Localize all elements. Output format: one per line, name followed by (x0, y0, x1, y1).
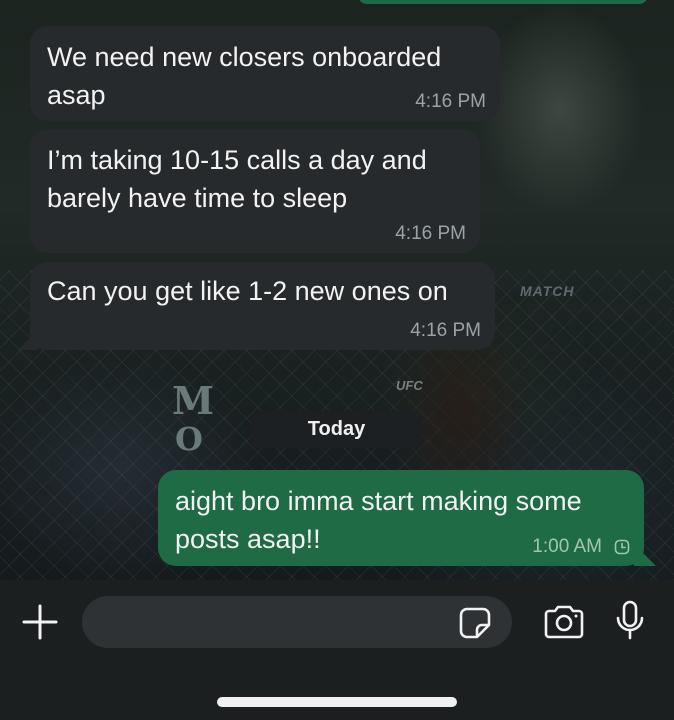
plus-icon[interactable] (20, 602, 60, 642)
message-timestamp: 4:16 PM (415, 91, 486, 112)
microphone-icon[interactable] (614, 600, 646, 642)
message-input[interactable] (82, 596, 512, 648)
wallpaper-sign-m: M (172, 378, 215, 423)
wallpaper-sign-o: O (175, 420, 203, 458)
previous-outgoing-bubble[interactable] (358, 0, 648, 4)
pending-clock-icon (614, 539, 630, 555)
camera-icon[interactable] (542, 604, 586, 640)
home-indicator[interactable] (217, 697, 457, 707)
incoming-message-bubble[interactable]: We need new closers onboarded asap 4:16 … (30, 26, 500, 121)
wallpaper-sign-match: MATCH (520, 283, 575, 299)
message-text: Can you get like 1-2 new ones on (47, 276, 448, 306)
wallpaper-sign-ufc: UFC (396, 378, 423, 393)
message-timestamp: 1:00 AM (532, 536, 602, 557)
incoming-message-bubble[interactable]: I’m taking 10-15 calls a day and barely … (30, 129, 480, 253)
message-timestamp: 4:16 PM (395, 223, 466, 244)
message-text: aight bro imma start making some posts a… (175, 486, 582, 554)
incoming-message-bubble[interactable]: Can you get like 1-2 new ones on 4:16 PM (30, 262, 495, 350)
outgoing-message-bubble[interactable]: aight bro imma start making some posts a… (158, 470, 644, 566)
date-separator: Today (251, 411, 422, 448)
message-text: I’m taking 10-15 calls a day and barely … (47, 145, 427, 213)
message-text: We need new closers onboarded asap (47, 42, 442, 110)
message-timestamp: 4:16 PM (410, 320, 481, 341)
sticker-icon[interactable] (458, 606, 492, 640)
